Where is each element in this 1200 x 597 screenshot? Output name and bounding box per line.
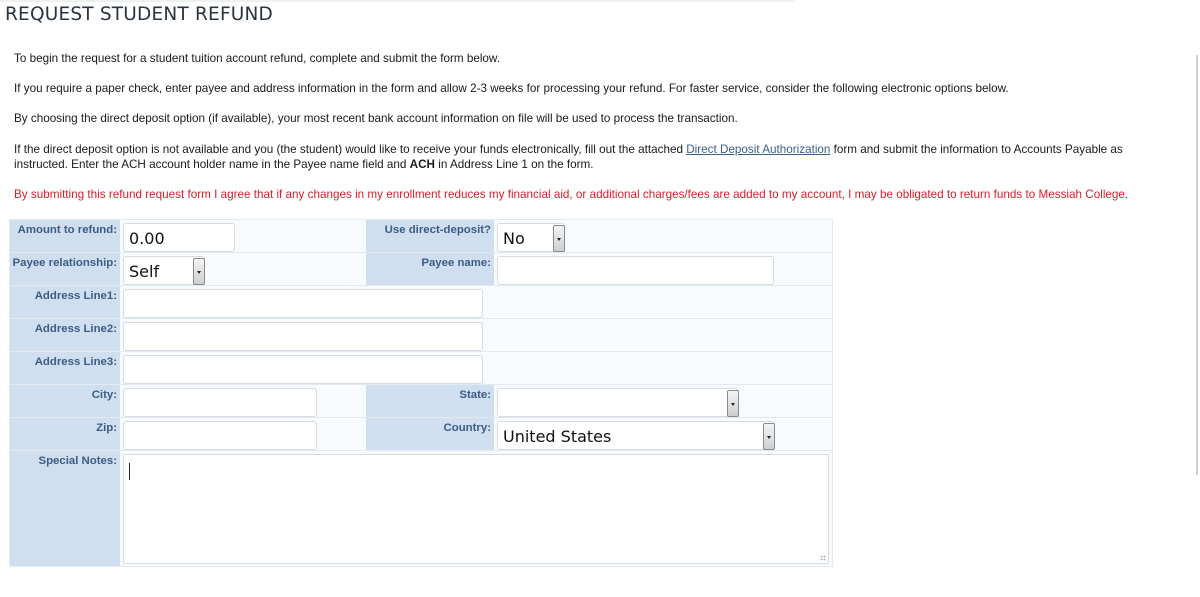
payee-name-label: Payee name: <box>366 253 494 286</box>
chevron-down-icon[interactable] <box>727 390 739 417</box>
page-title: REQUEST STUDENT REFUND <box>5 4 274 25</box>
resize-grip-icon[interactable] <box>820 555 826 561</box>
form-row-address2: Address Line2: <box>10 319 832 352</box>
form-row-amount: Amount to refund: 0.00 Use direct-deposi… <box>10 220 832 253</box>
direct-deposit-value: No <box>503 229 525 248</box>
country-select[interactable]: United States <box>497 421 775 450</box>
scrollbar[interactable] <box>1196 55 1198 475</box>
address-line2-input[interactable] <box>123 322 483 351</box>
state-select[interactable] <box>497 388 739 417</box>
payee-relationship-select[interactable]: Self <box>123 256 205 285</box>
intro-paragraph-2: If you require a paper check, enter paye… <box>14 82 1009 95</box>
address-line2-label: Address Line2: <box>10 319 120 352</box>
zip-label: Zip: <box>10 418 120 451</box>
amount-input[interactable]: 0.00 <box>123 223 235 252</box>
intro-p4-text-c: in Address Line 1 on the form. <box>435 158 594 171</box>
form-row-address1: Address Line1: <box>10 286 832 319</box>
chevron-down-icon[interactable] <box>763 423 775 450</box>
intro-paragraph-3: By choosing the direct deposit option (i… <box>14 112 738 125</box>
direct-deposit-select[interactable]: No <box>497 223 565 252</box>
address-line3-input[interactable] <box>123 355 483 384</box>
special-notes-textarea[interactable] <box>123 454 829 564</box>
top-border <box>0 0 795 2</box>
intro-paragraph-4: If the direct deposit option is not avai… <box>14 142 1174 172</box>
state-label: State: <box>366 385 494 418</box>
text-cursor <box>129 463 130 480</box>
payee-relationship-value: Self <box>129 262 160 281</box>
zip-input[interactable] <box>123 421 317 450</box>
form-row-payee: Payee relationship: Self Payee name: <box>10 253 832 286</box>
intro-p4-text-a: If the direct deposit option is not avai… <box>14 143 687 156</box>
special-notes-label: Special Notes: <box>10 451 120 566</box>
agreement-notice: By submitting this refund request form I… <box>14 188 1129 201</box>
chevron-down-icon[interactable] <box>553 225 565 252</box>
city-label: City: <box>10 385 120 418</box>
form-row-address3: Address Line3: <box>10 352 832 385</box>
form-row-notes: Special Notes: <box>10 451 832 566</box>
form-row-zip-country: Zip: Country: United States <box>10 418 832 451</box>
intro-paragraph-1: To begin the request for a student tuiti… <box>14 52 500 65</box>
intro-p4-ach: ACH <box>409 158 435 171</box>
address-line1-input[interactable] <box>123 289 483 318</box>
payee-name-input[interactable] <box>497 256 774 285</box>
country-value: United States <box>503 427 612 446</box>
refund-form: Amount to refund: 0.00 Use direct-deposi… <box>9 219 833 567</box>
chevron-down-icon[interactable] <box>193 258 205 285</box>
country-label: Country: <box>366 418 494 451</box>
direct-deposit-authorization-link[interactable]: Direct Deposit Authorization <box>686 143 830 156</box>
amount-label: Amount to refund: <box>10 220 120 253</box>
payee-relationship-label: Payee relationship: <box>10 253 120 286</box>
address-line3-label: Address Line3: <box>10 352 120 385</box>
city-input[interactable] <box>123 388 317 417</box>
form-row-city-state: City: State: <box>10 385 832 418</box>
direct-deposit-label: Use direct-deposit? <box>366 220 494 253</box>
address-line1-label: Address Line1: <box>10 286 120 319</box>
